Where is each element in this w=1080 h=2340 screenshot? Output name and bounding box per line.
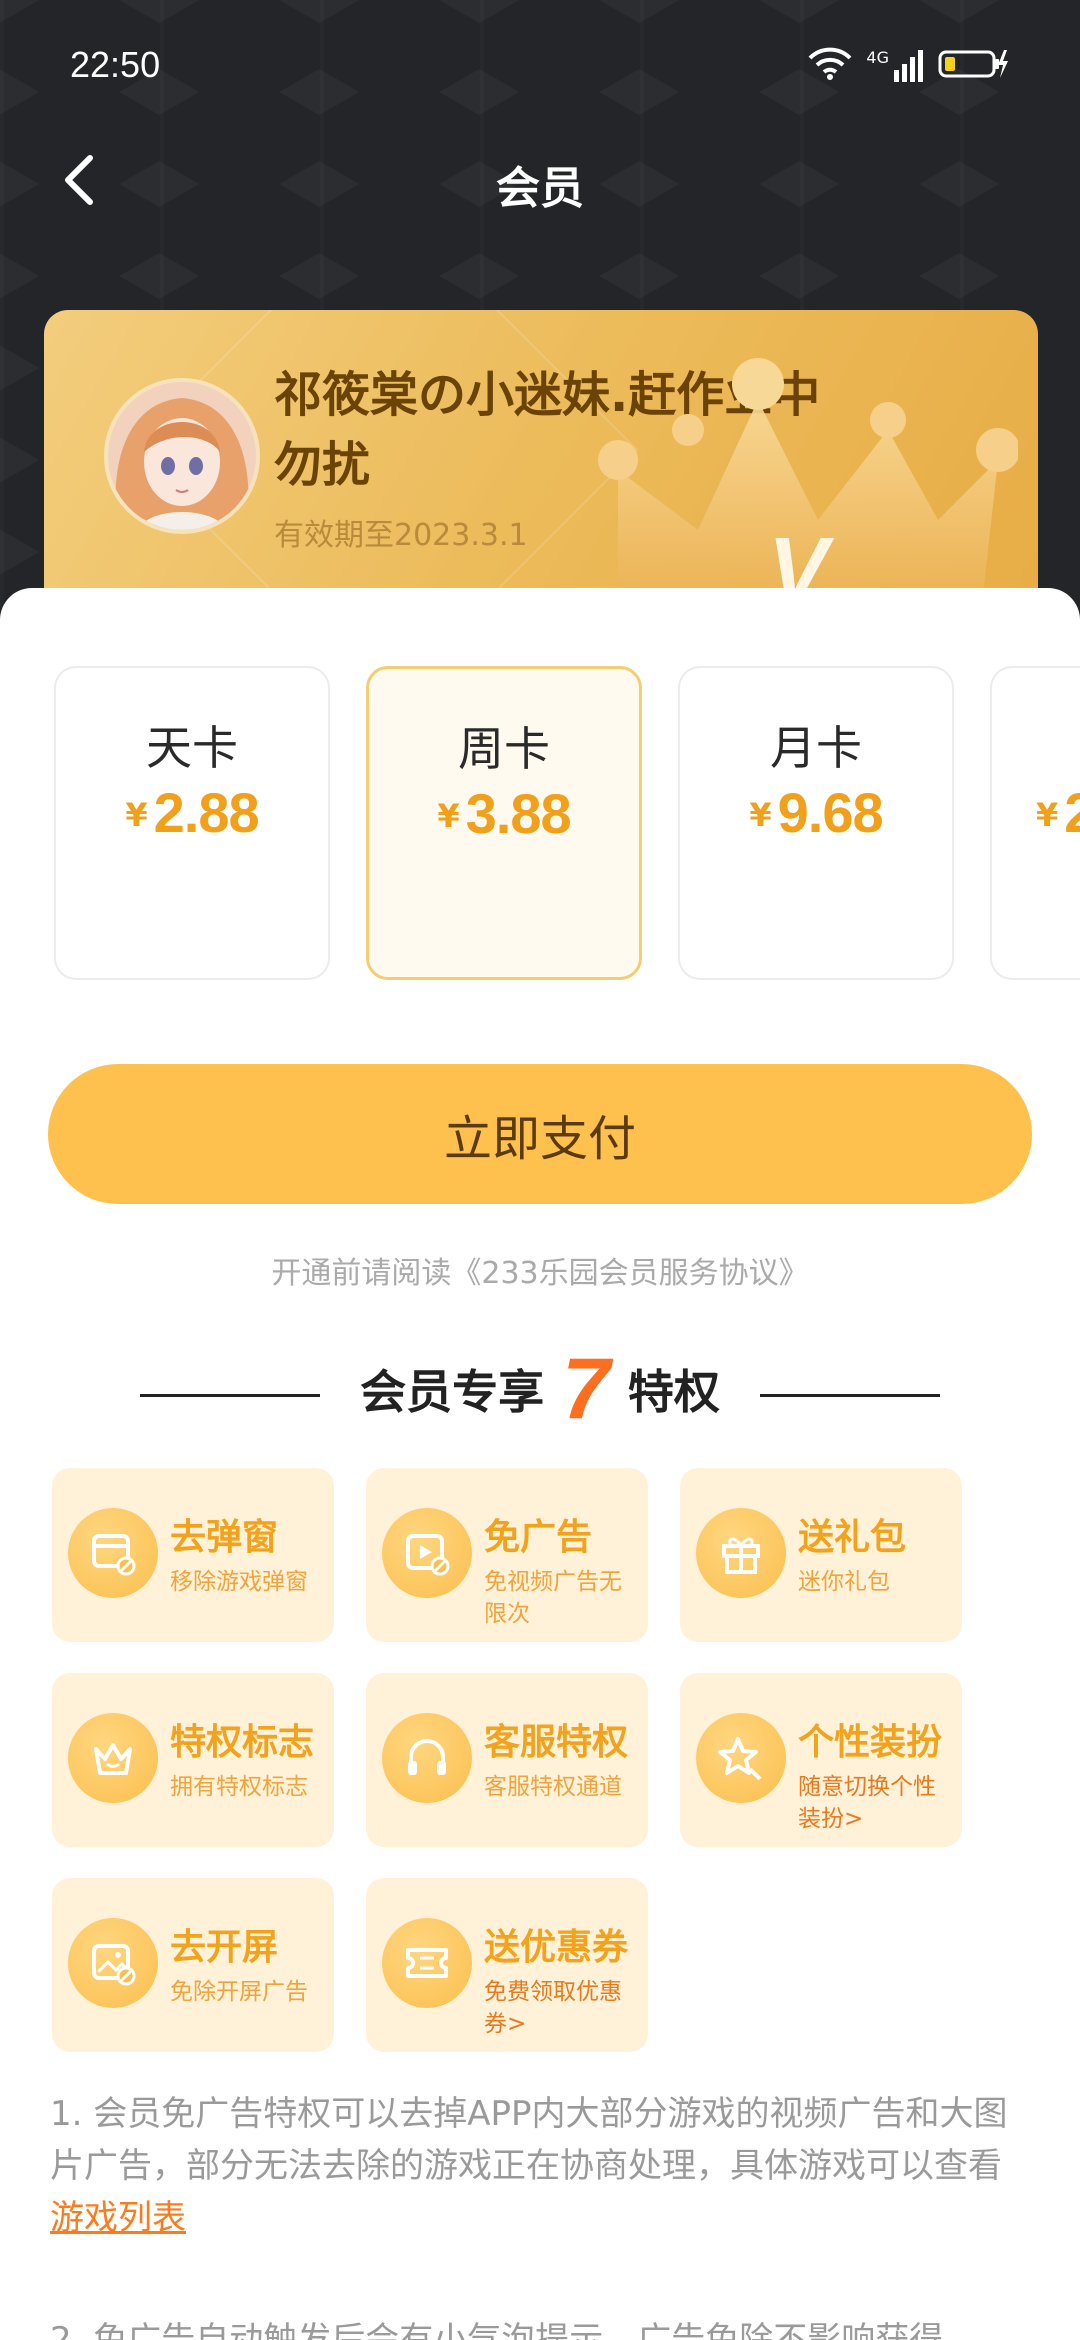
privilege-title: 客服特权: [484, 1722, 629, 1763]
privilege-count: 7: [562, 1341, 610, 1437]
plan-week-card[interactable]: 周卡 ¥3.88: [366, 666, 642, 980]
privilege-badge[interactable]: 特权标志 拥有特权标志: [52, 1673, 334, 1847]
battery-icon: [938, 46, 1010, 84]
note-1: 1. 会员免广告特权可以去掉APP内大部分游戏的视频广告和大图片广告，部分无法去…: [50, 2088, 1040, 2244]
note-1-text: 1. 会员免广告特权可以去掉APP内大部分游戏的视频广告和大图片广告，部分无法去…: [50, 2094, 1008, 2186]
plan-name: 周卡: [458, 722, 550, 776]
plan-price: ¥3.88: [437, 782, 571, 845]
privilege-desc: 随意切换个性装扮>: [798, 1774, 936, 1832]
gift-icon: [696, 1508, 786, 1598]
privilege-desc: 拥有特权标志: [170, 1774, 308, 1800]
privilege-desc: 免视频广告无限次: [484, 1569, 622, 1627]
pay-now-button[interactable]: 立即支付: [48, 1064, 1032, 1204]
privilege-customer-service[interactable]: 客服特权 客服特权通道: [366, 1673, 648, 1847]
privilege-desc: 免费领取优惠券>: [484, 1979, 622, 2037]
status-bar: 22:50 4G: [0, 0, 1080, 130]
plan-name: 天卡: [146, 721, 238, 775]
plan-day-card[interactable]: 天卡 ¥2.88: [54, 666, 330, 980]
game-list-link[interactable]: 游戏列表: [50, 2198, 186, 2238]
heading-text-after: 特权: [627, 1365, 720, 1419]
privilege-desc: 移除游戏弹窗: [170, 1569, 308, 1595]
plan-list: 天卡 ¥2.88 周卡 ¥3.88 月卡 ¥9.68 ¥2: [54, 666, 1080, 982]
privilege-title: 去开屏: [170, 1927, 279, 1968]
content-sheet: 天卡 ¥2.88 周卡 ¥3.88 月卡 ¥9.68 ¥2 立即支付 开通前请阅…: [0, 588, 1080, 2340]
plan-price: ¥2: [1036, 781, 1080, 844]
privileges-heading: 会员专享 7 特权: [0, 1344, 1080, 1434]
privilege-title: 个性装扮: [798, 1722, 943, 1763]
network-type-label: 4G: [866, 48, 889, 67]
popup-icon: [68, 1508, 158, 1598]
status-icons: 4G: [808, 46, 1010, 84]
star-dress-icon: [696, 1713, 786, 1803]
privilege-title: 去弹窗: [170, 1517, 279, 1558]
status-time: 22:50: [70, 44, 161, 85]
privilege-no-splash[interactable]: 去开屏 免除开屏广告: [52, 1878, 334, 2052]
plan-price: ¥9.68: [749, 781, 883, 844]
heading-divider-right: [760, 1394, 940, 1397]
agreement-link[interactable]: 《233乐园会员服务协议》: [451, 1256, 808, 1291]
cellular-signal-icon: 4G: [866, 48, 924, 82]
privilege-remove-popup[interactable]: 去弹窗 移除游戏弹窗: [52, 1468, 334, 1642]
splash-image-icon: [68, 1918, 158, 2008]
privilege-title: 免广告: [484, 1517, 593, 1558]
headset-icon: [382, 1713, 472, 1803]
plan-next-card[interactable]: ¥2: [990, 666, 1080, 980]
member-expiry: 有效期至2023.3.1: [274, 518, 528, 553]
privilege-desc: 免除开屏广告: [170, 1979, 308, 2005]
crown-badge-icon: [68, 1713, 158, 1803]
heading-divider-left: [140, 1394, 320, 1397]
privilege-gift-pack[interactable]: 送礼包 迷你礼包: [680, 1468, 962, 1642]
privilege-dress-up[interactable]: 个性装扮 随意切换个性装扮>: [680, 1673, 962, 1847]
agreement-text: 开通前请阅读《233乐园会员服务协议》: [0, 1248, 1080, 1292]
privilege-coupon[interactable]: 送优惠券 免费领取优惠券>: [366, 1878, 648, 2052]
privilege-no-ads[interactable]: 免广告 免视频广告无限次: [366, 1468, 648, 1642]
privilege-title: 送优惠券: [484, 1927, 629, 1968]
ad-free-icon: [382, 1508, 472, 1598]
privilege-title: 特权标志: [170, 1722, 315, 1763]
note-2: 2. 免广告自动触发后会有小气泡提示，广告免除不影响获得: [50, 2320, 944, 2340]
nav-bar: 会员: [0, 130, 1080, 230]
plan-month-card[interactable]: 月卡 ¥9.68: [678, 666, 954, 980]
avatar[interactable]: [104, 378, 260, 534]
plan-name: 月卡: [770, 721, 862, 775]
privilege-desc: 客服特权通道: [484, 1774, 622, 1800]
coupon-icon: [382, 1918, 472, 2008]
page-title: 会员: [496, 163, 584, 214]
wifi-icon: [808, 46, 852, 84]
membership-notes: 1. 会员免广告特权可以去掉APP内大部分游戏的视频广告和大图片广告，部分无法去…: [50, 2088, 1040, 2340]
privilege-desc: 迷你礼包: [798, 1569, 890, 1595]
agreement-prefix: 开通前请阅读: [271, 1256, 452, 1291]
plan-price: ¥2.88: [125, 781, 259, 844]
heading-text-before: 会员专享: [360, 1365, 545, 1419]
privilege-title: 送礼包: [798, 1517, 907, 1558]
